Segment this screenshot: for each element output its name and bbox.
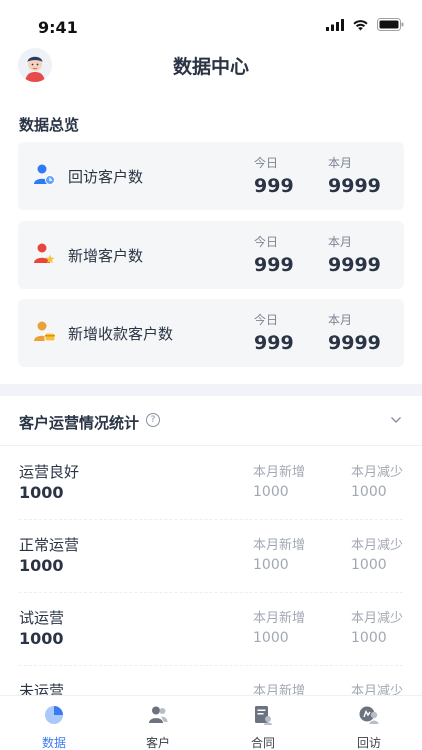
list-item[interactable]: 正常运营 1000 本月新增 1000 本月减少 1000	[0, 520, 422, 593]
month-decrease-value: 1000	[351, 630, 387, 646]
month-stat: 本月 9999	[328, 233, 381, 276]
month-decrease-value: 1000	[351, 557, 387, 573]
status-icons	[326, 18, 404, 31]
month-new-value: 1000	[253, 484, 289, 500]
month-stat: 本月 9999	[328, 154, 381, 197]
today-value: 999	[254, 332, 294, 354]
revisit-icon	[359, 706, 379, 724]
card-label: 新增客户数	[68, 247, 144, 265]
tab-customers[interactable]: 客户	[128, 704, 188, 750]
customers-icon	[149, 706, 168, 723]
month-label: 本月	[328, 235, 353, 249]
battery-icon	[377, 18, 404, 31]
month-new-value: 1000	[253, 630, 289, 646]
today-value: 999	[254, 254, 294, 276]
tab-label: 回访	[356, 736, 381, 750]
question-circle-icon[interactable]: ?	[146, 413, 160, 427]
section-divider	[0, 384, 422, 396]
month-new-label: 本月新增	[253, 465, 306, 480]
payment-customer-icon	[34, 321, 56, 342]
month-value: 9999	[328, 175, 381, 197]
tab-data[interactable]: 数据	[24, 704, 84, 750]
month-decrease-label: 本月减少	[351, 611, 404, 626]
status-time: 9:41	[38, 18, 78, 37]
month-label: 本月	[328, 156, 353, 170]
today-label: 今日	[254, 156, 279, 170]
revisit-customer-icon	[34, 164, 55, 185]
card-label: 回访客户数	[68, 168, 144, 186]
month-decrease-label: 本月减少	[351, 538, 404, 553]
today-stat: 今日 999	[254, 154, 294, 197]
overview-card-revisit[interactable]: 回访客户数 今日 999 本月 9999	[18, 142, 404, 210]
operations-title: 客户运营情况统计	[19, 414, 140, 432]
list-item[interactable]: 试运营 1000 本月新增 1000 本月减少 1000	[0, 593, 422, 666]
today-value: 999	[254, 175, 294, 197]
month-new-value: 1000	[253, 557, 289, 573]
tab-label: 客户	[145, 736, 170, 750]
tab-label: 合同	[250, 736, 275, 750]
status-name: 正常运营	[19, 536, 80, 554]
month-new-label: 本月新增	[253, 611, 306, 626]
card-label: 新增收款客户数	[68, 325, 174, 343]
month-new-label: 本月新增	[253, 538, 306, 553]
month-label: 本月	[328, 313, 353, 327]
status-value: 1000	[19, 483, 64, 502]
overview-title: 数据总览	[19, 116, 80, 134]
status-bar: 9:41	[0, 0, 422, 44]
month-decrease-label: 本月减少	[351, 465, 404, 480]
tab-revisit[interactable]: 回访	[339, 704, 399, 750]
month-stat: 本月 9999	[328, 311, 381, 354]
new-customer-icon	[34, 243, 55, 264]
overview-card-new[interactable]: 新增客户数 今日 999 本月 9999	[18, 221, 404, 289]
list-item[interactable]: 运营良好 1000 本月新增 1000 本月减少 1000	[0, 447, 422, 520]
chevron-down-icon[interactable]	[390, 414, 402, 426]
status-value: 1000	[19, 556, 64, 575]
month-decrease-value: 1000	[351, 484, 387, 500]
overview-card-payment[interactable]: 新增收款客户数 今日 999 本月 9999	[18, 299, 404, 367]
tab-label: 数据	[41, 736, 66, 750]
contract-icon	[255, 706, 272, 725]
signal-icon	[326, 18, 344, 31]
page-title: 数据中心	[172, 56, 249, 78]
tab-contract[interactable]: 合同	[233, 704, 293, 750]
month-value: 9999	[328, 332, 381, 354]
operations-header[interactable]: 客户运营情况统计 ?	[0, 396, 422, 446]
month-value: 9999	[328, 254, 381, 276]
today-stat: 今日 999	[254, 233, 294, 276]
wifi-icon	[353, 19, 368, 30]
navigation-bar: 数据中心	[0, 44, 422, 90]
status-value: 1000	[19, 629, 64, 648]
today-label: 今日	[254, 235, 279, 249]
status-name: 试运营	[19, 609, 65, 627]
today-stat: 今日 999	[254, 311, 294, 354]
status-name: 运营良好	[19, 463, 80, 481]
today-label: 今日	[254, 313, 279, 327]
tab-bar: 数据 客户 合同 回访	[0, 695, 422, 750]
pie-chart-icon	[45, 706, 63, 724]
